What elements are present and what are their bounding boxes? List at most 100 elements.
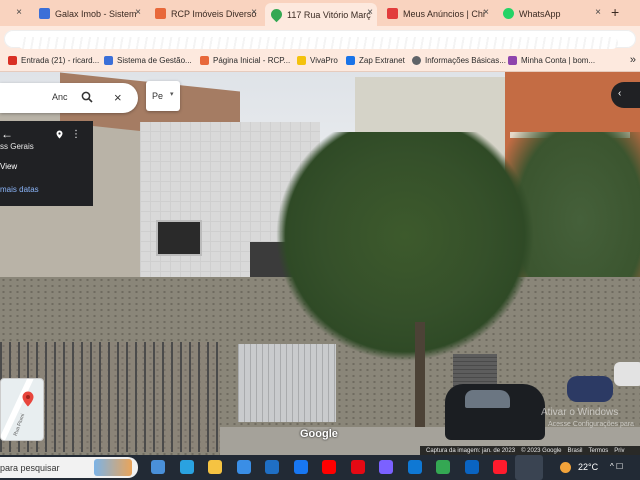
tab-rcp[interactable]: RCP Imóveis Diversos × bbox=[149, 3, 261, 24]
location-pin-icon[interactable] bbox=[55, 130, 64, 139]
bookmark-zap[interactable]: Zap Extranet bbox=[346, 56, 405, 65]
system-tray[interactable]: ^ ☐ bbox=[610, 462, 623, 471]
minimap[interactable]: Rua Piumi bbox=[0, 378, 44, 441]
address-bar-redacted[interactable] bbox=[4, 30, 636, 49]
bookmark-rcp[interactable]: Página Inicial - RCP... bbox=[200, 56, 290, 65]
facebook-icon[interactable] bbox=[293, 460, 308, 474]
country-link[interactable]: Brasil bbox=[568, 448, 583, 454]
chaves-favicon-icon bbox=[387, 8, 398, 19]
tab-close-icon[interactable]: × bbox=[483, 7, 489, 18]
edge-icon[interactable] bbox=[179, 460, 194, 474]
taskbar-search[interactable]: para pesquisar bbox=[0, 457, 138, 478]
chevron-left-icon: ‹ bbox=[618, 88, 622, 99]
chevron-down-icon: ▾ bbox=[170, 91, 174, 98]
search-icon[interactable] bbox=[81, 91, 93, 103]
more-options-icon[interactable]: ⋮ bbox=[71, 129, 81, 140]
dropdown-value: Pe bbox=[152, 91, 164, 101]
bookmark-label: Minha Conta | bom... bbox=[521, 56, 596, 65]
windows-activation-title: Ativar o Windows bbox=[541, 407, 619, 418]
file-explorer-icon[interactable] bbox=[208, 460, 222, 474]
tab-label: WhatsApp bbox=[519, 8, 561, 19]
tab-street-view[interactable]: 117 Rua Vitório Març × bbox=[265, 3, 377, 26]
windows-taskbar: para pesquisar 22°C ^ ☐ bbox=[0, 455, 640, 480]
clear-search-icon[interactable]: × bbox=[114, 90, 122, 105]
bookmark-label: Sistema de Gestão... bbox=[117, 56, 192, 65]
garage-gate bbox=[238, 344, 336, 422]
bookmark-vivapro[interactable]: VivaPro bbox=[297, 56, 338, 65]
redaction-scribble bbox=[18, 37, 618, 49]
galax-icon bbox=[104, 56, 113, 65]
bookmark-gmail[interactable]: Entrada (21) - ricard... bbox=[8, 56, 99, 65]
outlook-3-icon[interactable] bbox=[464, 460, 479, 474]
see-more-dates-link[interactable]: mais datas bbox=[0, 185, 39, 194]
tab-label: RCP Imóveis Diversos bbox=[171, 8, 257, 19]
bookmark-label: Entrada (21) - ricard... bbox=[21, 56, 100, 65]
maps-favicon-icon bbox=[268, 6, 285, 23]
tab-close-icon[interactable]: × bbox=[135, 7, 141, 18]
capture-date: Captura da imagem: jan. de 2023 bbox=[426, 448, 516, 454]
weather-icon[interactable] bbox=[560, 462, 571, 473]
active-app-highlight bbox=[515, 455, 543, 480]
bookmark-label: Zap Extranet bbox=[359, 56, 405, 65]
tab-meus-anuncios[interactable]: Meus Anúncios | Chi × bbox=[381, 3, 493, 24]
tab-close-icon[interactable]: × bbox=[367, 7, 373, 18]
bookmark-informacoes[interactable]: Informações Básicas... bbox=[412, 56, 506, 65]
prime-video-icon[interactable] bbox=[379, 460, 393, 474]
tree-trunk bbox=[415, 322, 425, 432]
tab-whatsapp[interactable]: WhatsApp × bbox=[497, 3, 605, 24]
bookmark-label: Informações Básicas... bbox=[425, 56, 506, 65]
view-link[interactable]: View bbox=[0, 162, 17, 171]
tab-close-icon[interactable]: × bbox=[595, 7, 601, 18]
bookmark-label: Página Inicial - RCP... bbox=[213, 56, 291, 65]
tree-center bbox=[275, 132, 535, 362]
maps-icon[interactable] bbox=[436, 460, 450, 474]
rcp-icon bbox=[200, 56, 209, 65]
tab-galax[interactable]: Galax Imob - Sistem × bbox=[33, 3, 145, 24]
red-pin-icon bbox=[22, 391, 34, 407]
street-view-panorama[interactable] bbox=[0, 72, 640, 455]
car-windshield bbox=[465, 390, 510, 408]
tab-partial[interactable]: × bbox=[0, 3, 28, 24]
windows-activation-subtitle: Acesse Configurações para bbox=[548, 421, 634, 428]
privacy-link[interactable]: Priv bbox=[614, 448, 624, 454]
bookmark-label: VivaPro bbox=[310, 56, 338, 65]
new-tab-button[interactable]: + bbox=[611, 4, 619, 20]
outlook-icon[interactable] bbox=[265, 460, 279, 474]
bookmarks-bar: Entrada (21) - ricard... Sistema de Gest… bbox=[0, 52, 640, 72]
tab-close-icon[interactable]: × bbox=[251, 7, 257, 18]
outlook-2-icon[interactable] bbox=[407, 460, 422, 474]
store-icon[interactable] bbox=[236, 460, 251, 474]
google-logo: Google bbox=[300, 428, 338, 440]
bookmark-galax[interactable]: Sistema de Gestão... bbox=[104, 56, 192, 65]
maps-search-box[interactable]: Anc × bbox=[0, 83, 138, 113]
gmail-icon bbox=[8, 56, 17, 65]
terms-link[interactable]: Termos bbox=[589, 448, 609, 454]
bookmark-minha-conta[interactable]: Minha Conta | bom... bbox=[508, 56, 595, 65]
bomcasa-icon bbox=[508, 56, 517, 65]
layer-dropdown[interactable]: Pe ▾ bbox=[146, 81, 180, 111]
task-view-icon[interactable] bbox=[151, 460, 165, 474]
tab-label: 117 Rua Vitório Març bbox=[287, 9, 371, 20]
expand-panel-button[interactable]: ‹ bbox=[611, 82, 640, 108]
vivapro-icon bbox=[297, 56, 306, 65]
galax-favicon-icon bbox=[39, 8, 50, 19]
tab-close-icon[interactable]: × bbox=[16, 7, 22, 18]
youtube-icon[interactable] bbox=[322, 460, 336, 474]
street-view-info-card: ← ⋮ ss Gerais View mais datas bbox=[0, 121, 93, 206]
whatsapp-favicon-icon bbox=[503, 8, 514, 19]
address-bar-row bbox=[0, 26, 640, 52]
globe-icon bbox=[412, 56, 421, 65]
copyright: © 2023 Google bbox=[521, 448, 562, 454]
location-region: ss Gerais bbox=[0, 142, 34, 151]
search-input[interactable]: Anc bbox=[52, 92, 68, 102]
motorcycle bbox=[567, 376, 613, 402]
bookmarks-overflow-button[interactable]: » bbox=[630, 54, 636, 66]
opera-icon[interactable] bbox=[493, 460, 507, 474]
tab-label: Meus Anúncios | Chi bbox=[403, 8, 485, 19]
rcp-favicon-icon bbox=[155, 8, 166, 19]
netflix-icon[interactable] bbox=[350, 460, 365, 474]
tab-label: Galax Imob - Sistem bbox=[55, 8, 137, 19]
temperature[interactable]: 22°C bbox=[578, 462, 598, 472]
back-arrow-icon[interactable]: ← bbox=[1, 127, 13, 141]
tab-strip: × Galax Imob - Sistem × RCP Imóveis Dive… bbox=[0, 0, 640, 26]
